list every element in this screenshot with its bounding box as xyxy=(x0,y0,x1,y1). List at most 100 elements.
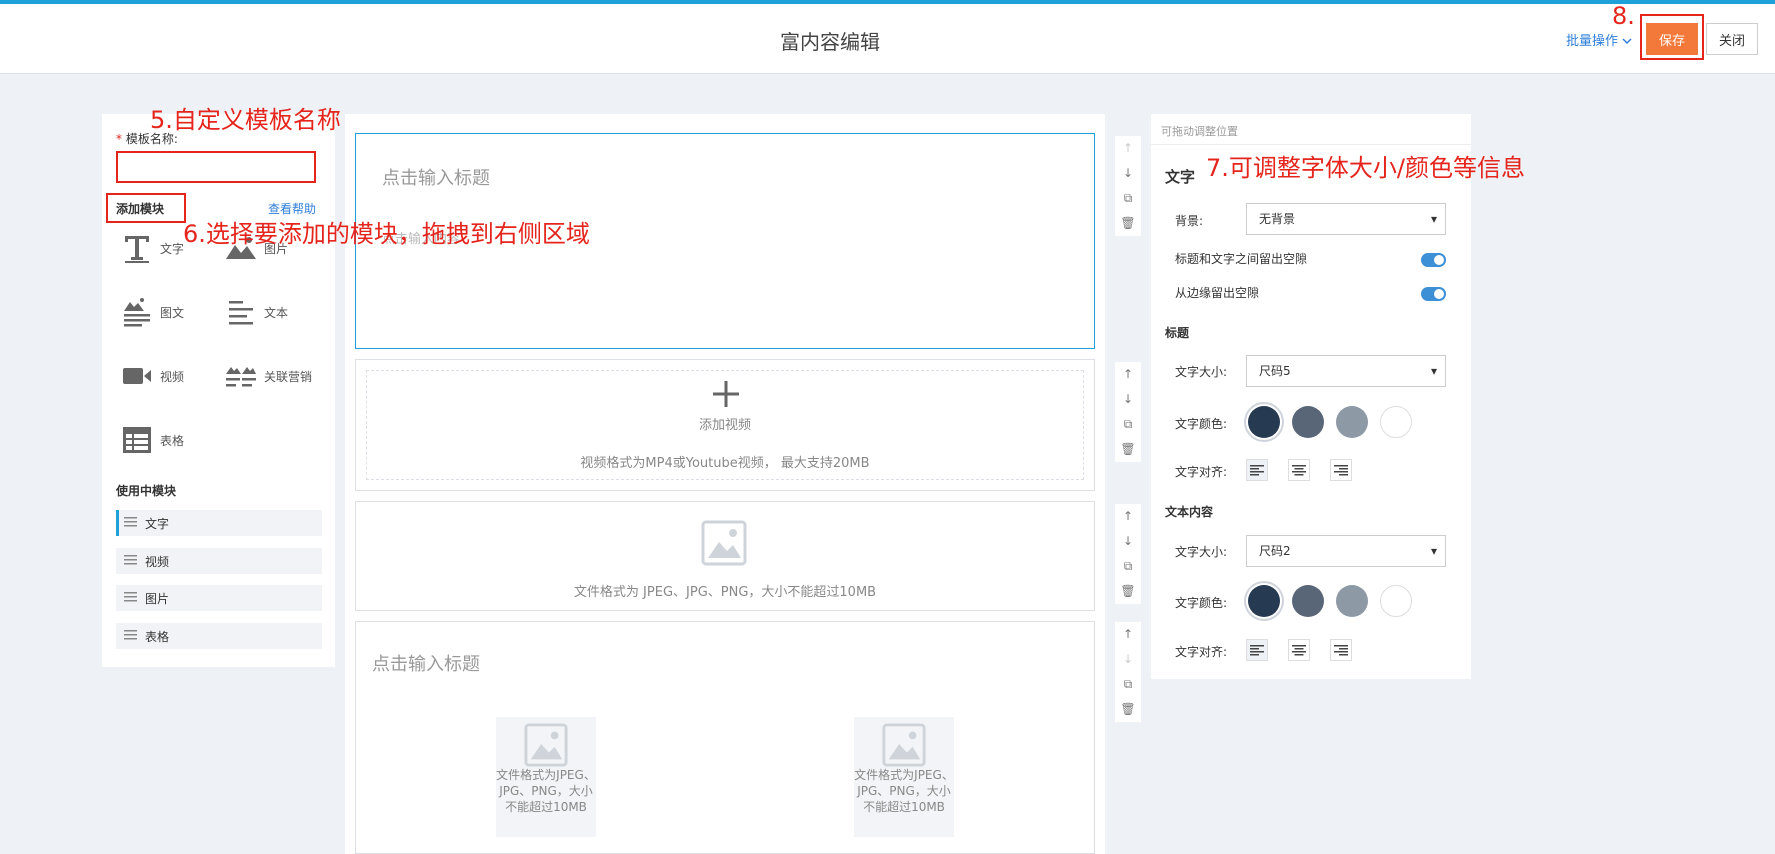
annotation-box-save xyxy=(1640,14,1704,60)
section-title: 文字 xyxy=(1165,168,1196,186)
chevron-down-icon: ▾ xyxy=(1430,364,1437,378)
gap-edge-label: 从边缘留出空隙 xyxy=(1175,286,1260,300)
color-swatch-dark[interactable] xyxy=(1248,585,1280,617)
delete-icon[interactable]: 🗑 xyxy=(1115,579,1141,604)
content-section-title: 文本内容 xyxy=(1165,505,1214,519)
table-icon xyxy=(120,424,154,456)
move-down-icon[interactable]: ↓ xyxy=(1115,647,1141,672)
color-swatch-dark[interactable] xyxy=(1248,406,1280,438)
copy-icon[interactable]: ⧉ xyxy=(1115,412,1141,437)
heading-size-select[interactable]: 尺码5 ▾ xyxy=(1246,355,1446,387)
chevron-down-icon: ▾ xyxy=(1430,212,1437,226)
image-placeholder-icon xyxy=(524,723,568,771)
content-size-select[interactable]: 尺码2 ▾ xyxy=(1246,535,1446,567)
block-tools: ↑ ↓ ⧉ 🗑 xyxy=(1115,362,1141,462)
image-cell[interactable]: 文件格式为JPEG、JPG、PNG，大小不能超过10MB xyxy=(854,717,954,837)
move-up-icon[interactable]: ↑ xyxy=(1115,362,1141,387)
annotation-step-8: 8. xyxy=(1612,2,1635,30)
module-paragraph[interactable]: 文本 xyxy=(224,296,288,328)
module-video[interactable]: 视频 xyxy=(120,360,184,392)
background-label: 背景: xyxy=(1175,214,1204,228)
video-drop-area[interactable]: 添加视频 视频格式为MP4或Youtube视频， 最大支持20MB xyxy=(366,370,1084,480)
align-right-icon[interactable] xyxy=(1330,459,1352,481)
align-center-icon[interactable] xyxy=(1288,459,1310,481)
title-placeholder[interactable]: 点击输入标题 xyxy=(382,164,490,190)
color-swatch-white[interactable] xyxy=(1380,406,1412,438)
color-swatch-gray[interactable] xyxy=(1336,406,1368,438)
in-use-item[interactable]: 表格 xyxy=(116,623,322,649)
delete-icon[interactable]: 🗑 xyxy=(1115,697,1141,722)
drag-handle-icon xyxy=(124,629,137,643)
drag-hint[interactable]: 可拖动调整位置 xyxy=(1161,123,1238,139)
batch-operations-dropdown[interactable]: 批量操作 xyxy=(1566,30,1632,49)
header: 富内容编辑 批量操作 保存 关闭 xyxy=(0,4,1775,74)
batch-operations-label: 批量操作 xyxy=(1566,34,1619,49)
in-use-modules-title: 使用中模块 xyxy=(116,484,177,498)
image-cell[interactable]: 文件格式为JPEG、JPG、PNG，大小不能超过10MB xyxy=(496,717,596,837)
annotation-step-5: 5.自定义模板名称 xyxy=(150,106,341,134)
drag-handle-icon xyxy=(124,516,137,530)
copy-icon[interactable]: ⧉ xyxy=(1115,186,1141,211)
move-down-icon[interactable]: ↓ xyxy=(1115,529,1141,554)
heading-section-title: 标题 xyxy=(1165,326,1190,340)
chevron-down-icon: ▾ xyxy=(1430,544,1437,558)
gap-title-text-label: 标题和文字之间留出空隙 xyxy=(1175,252,1308,266)
module-text[interactable]: 文字 xyxy=(120,232,184,264)
move-up-icon[interactable]: ↑ xyxy=(1115,504,1141,529)
align-left-icon[interactable] xyxy=(1246,459,1268,481)
gap-edge-toggle[interactable] xyxy=(1421,287,1446,301)
title-placeholder[interactable]: 点击输入标题 xyxy=(372,650,480,676)
annotation-box-template-name xyxy=(116,151,316,183)
in-use-item[interactable]: 图片 xyxy=(116,585,322,611)
text-icon xyxy=(120,232,154,264)
color-swatch-gray[interactable] xyxy=(1336,585,1368,617)
page-title: 富内容编辑 xyxy=(780,30,880,54)
move-up-icon[interactable]: ↑ xyxy=(1115,622,1141,647)
close-button[interactable]: 关闭 xyxy=(1706,23,1758,55)
related-marketing-icon xyxy=(224,360,258,392)
image-cell-caption: 文件格式为JPEG、JPG、PNG，大小不能超过10MB xyxy=(496,768,596,814)
in-use-item[interactable]: 文字 xyxy=(116,510,322,536)
module-related-marketing[interactable]: 关联营销 xyxy=(224,360,312,392)
annotation-step-7: 7.可调整字体大小/颜色等信息 xyxy=(1206,154,1525,182)
image-block[interactable]: 文件格式为 JPEG、JPG、PNG，大小不能超过10MB xyxy=(355,501,1095,611)
copy-icon[interactable]: ⧉ xyxy=(1115,672,1141,697)
video-hint: 视频格式为MP4或Youtube视频， 最大支持20MB xyxy=(580,456,870,471)
gap-title-text-toggle[interactable] xyxy=(1421,253,1446,267)
annotation-box-add-module xyxy=(106,193,186,223)
align-left-icon[interactable] xyxy=(1246,639,1268,661)
color-swatch-white[interactable] xyxy=(1380,585,1412,617)
image-cell-caption: 文件格式为JPEG、JPG、PNG，大小不能超过10MB xyxy=(854,768,954,814)
chevron-down-icon xyxy=(1622,34,1632,49)
module-image-text[interactable]: 图文 xyxy=(120,296,184,328)
align-right-icon[interactable] xyxy=(1330,639,1352,661)
module-table[interactable]: 表格 xyxy=(120,424,184,456)
table-block[interactable]: 点击输入标题 文件格式为JPEG、JPG、PNG，大小不能超过10MB 文件格式… xyxy=(355,621,1095,854)
drag-handle-icon xyxy=(124,591,137,605)
move-down-icon[interactable]: ↓ xyxy=(1115,387,1141,412)
color-swatch-slate[interactable] xyxy=(1292,585,1324,617)
block-tools: ↑ ↓ ⧉ 🗑 xyxy=(1115,504,1141,604)
video-block[interactable]: 添加视频 视频格式为MP4或Youtube视频， 最大支持20MB xyxy=(355,359,1095,491)
heading-size-label: 文字大小: xyxy=(1175,365,1228,379)
image-placeholder-icon xyxy=(701,520,747,570)
align-center-icon[interactable] xyxy=(1288,639,1310,661)
content-size-label: 文字大小: xyxy=(1175,545,1228,559)
image-hint: 文件格式为 JPEG、JPG、PNG，大小不能超过10MB xyxy=(573,585,877,600)
add-video-label[interactable]: 添加视频 xyxy=(367,414,1083,433)
annotation-step-6: 6.选择要添加的模块，拖拽到右侧区域 xyxy=(183,220,590,248)
delete-icon[interactable]: 🗑 xyxy=(1115,211,1141,236)
image-text-icon xyxy=(120,296,154,328)
color-swatch-slate[interactable] xyxy=(1292,406,1324,438)
in-use-item[interactable]: 视频 xyxy=(116,548,322,574)
content-color-label: 文字颜色: xyxy=(1175,596,1228,610)
image-placeholder-icon xyxy=(882,723,926,771)
block-tools: ↑ ↓ ⧉ 🗑 xyxy=(1115,136,1141,236)
content-align-label: 文字对齐: xyxy=(1175,645,1228,659)
delete-icon[interactable]: 🗑 xyxy=(1115,437,1141,462)
copy-icon[interactable]: ⧉ xyxy=(1115,554,1141,579)
video-icon xyxy=(120,360,154,392)
move-up-icon[interactable]: ↑ xyxy=(1115,136,1141,161)
move-down-icon[interactable]: ↓ xyxy=(1115,161,1141,186)
background-select[interactable]: 无背景 ▾ xyxy=(1246,203,1446,235)
